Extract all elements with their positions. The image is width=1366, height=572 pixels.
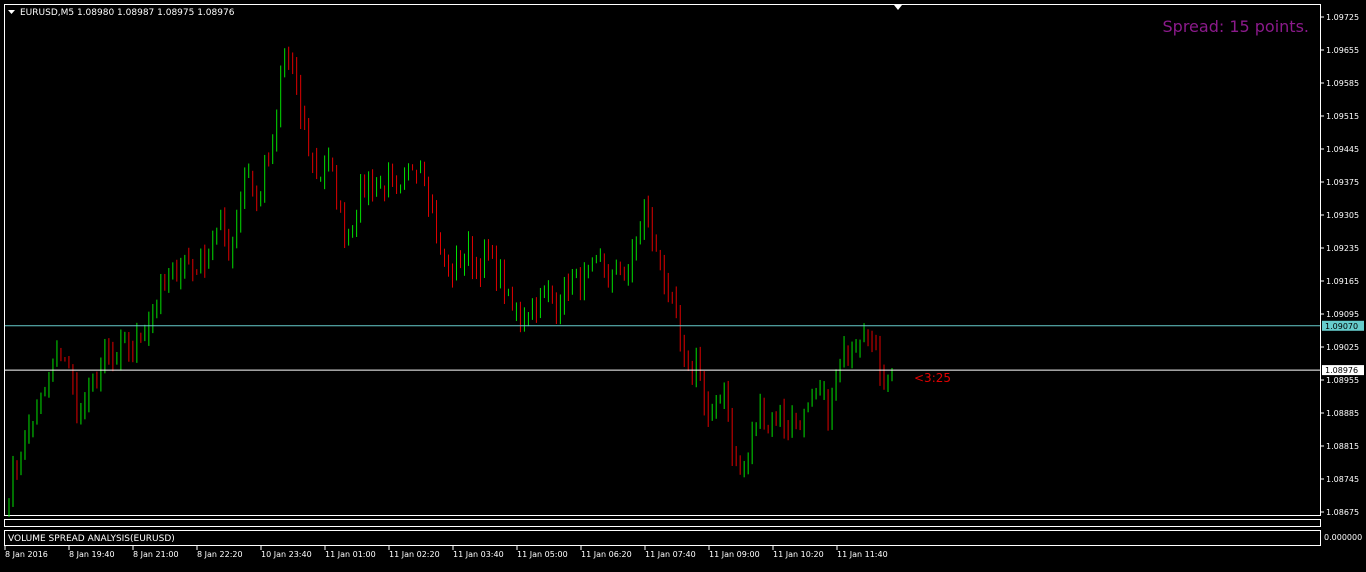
- y-tick-label: 1.09095: [1326, 310, 1359, 319]
- x-tick-label: 11 Jan 03:40: [453, 550, 504, 559]
- level-price-label: 1.09070: [1325, 322, 1358, 331]
- x-tick-label: 11 Jan 11:40: [837, 550, 888, 559]
- x-tick-label: 8 Jan 2016: [5, 550, 48, 559]
- spread-label: Spread: 15 points.: [1163, 17, 1310, 36]
- x-tick-label: 11 Jan 10:20: [773, 550, 824, 559]
- y-tick-label: 1.09375: [1326, 178, 1359, 187]
- y-tick-label: 1.09585: [1326, 79, 1359, 88]
- y-tick-label: 1.09445: [1326, 145, 1359, 154]
- y-tick-label: 1.08745: [1326, 475, 1359, 484]
- x-tick-label: 11 Jan 01:00: [325, 550, 376, 559]
- chart-background: [0, 0, 1366, 568]
- x-tick-label: 11 Jan 06:20: [581, 550, 632, 559]
- y-tick-label: 1.08675: [1326, 508, 1359, 517]
- x-tick-label: 8 Jan 21:00: [133, 550, 179, 559]
- y-tick-label: 1.08885: [1326, 409, 1359, 418]
- y-tick-label: 1.09655: [1326, 46, 1359, 55]
- indicator-label: VOLUME SPREAD ANALYSIS(EURUSD): [8, 534, 175, 544]
- y-tick-label: 1.09515: [1326, 112, 1359, 121]
- y-tick-label: 1.08955: [1326, 376, 1359, 385]
- x-tick-label: 11 Jan 05:00: [517, 550, 568, 559]
- x-tick-label: 11 Jan 02:20: [389, 550, 440, 559]
- x-tick-label: 8 Jan 19:40: [69, 550, 115, 559]
- x-tick-label: 11 Jan 07:40: [645, 550, 696, 559]
- y-tick-label: 1.09235: [1326, 244, 1359, 253]
- y-tick-label: 1.09165: [1326, 277, 1359, 286]
- bid-price-label: 1.08976: [1325, 366, 1358, 375]
- y-tick-label: 1.09725: [1326, 13, 1359, 22]
- symbol-info: EURUSD,M5 1.08980 1.08987 1.08975 1.0897…: [20, 8, 235, 18]
- indicator-axis-value: 0.000000: [1324, 533, 1362, 542]
- y-tick-label: 1.08815: [1326, 442, 1359, 451]
- bar-countdown: <3:25: [914, 371, 951, 385]
- chart-window: EURUSD,M5 1.08980 1.08987 1.08975 1.0897…: [0, 0, 1366, 568]
- y-tick-label: 1.09025: [1326, 343, 1359, 352]
- candlestick-chart: EURUSD,M5 1.08980 1.08987 1.08975 1.0897…: [0, 0, 1366, 568]
- y-tick-label: 1.09305: [1326, 211, 1359, 220]
- x-tick-label: 10 Jan 23:40: [261, 550, 312, 559]
- x-tick-label: 8 Jan 22:20: [197, 550, 243, 559]
- x-tick-label: 11 Jan 09:00: [709, 550, 760, 559]
